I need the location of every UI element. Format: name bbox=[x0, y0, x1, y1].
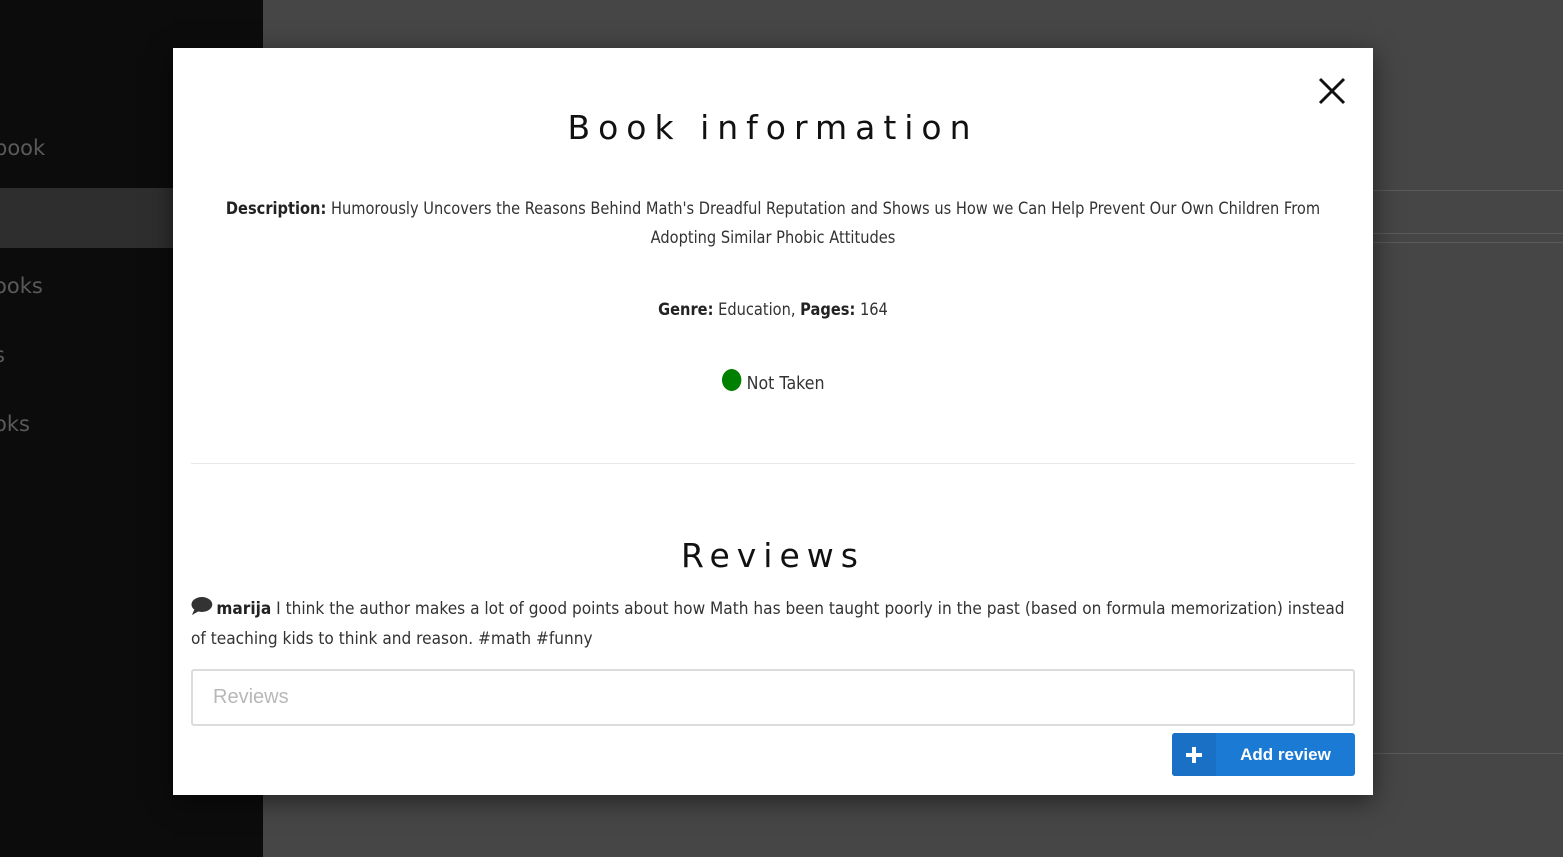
pages-label: Pages: bbox=[800, 300, 856, 320]
section-divider bbox=[191, 463, 1355, 464]
close-icon bbox=[1318, 77, 1346, 105]
review-text: I think the author makes a lot of good p… bbox=[191, 599, 1345, 649]
modal-title: Book information bbox=[567, 108, 979, 147]
genre-label: Genre: bbox=[658, 300, 714, 320]
meta-separator: , bbox=[790, 300, 796, 320]
add-review-label: Add review bbox=[1240, 744, 1331, 764]
divider bbox=[1373, 233, 1563, 234]
book-meta: Genre: Education, Pages: 164 bbox=[257, 300, 1289, 320]
pages-value: 164 bbox=[859, 300, 888, 320]
review-input[interactable] bbox=[191, 669, 1355, 726]
description-label: Description: bbox=[225, 199, 327, 219]
sidebar-item-label: ooks bbox=[0, 274, 43, 298]
availability-status: Not Taken bbox=[173, 369, 1373, 399]
review-author: marija bbox=[216, 599, 272, 619]
book-info-modal: Book information Description: Humorously… bbox=[173, 48, 1373, 795]
divider bbox=[1373, 190, 1563, 191]
status-dot-icon bbox=[721, 369, 742, 391]
book-description: Description: Humorously Uncovers the Rea… bbox=[218, 195, 1327, 253]
status-text: Not Taken bbox=[746, 372, 825, 394]
plus-icon bbox=[1172, 733, 1216, 776]
add-review-button[interactable]: Add review bbox=[1172, 733, 1355, 776]
sidebar-item-label: book bbox=[0, 136, 46, 160]
close-button[interactable] bbox=[1315, 74, 1349, 108]
sidebar-item-label: s bbox=[0, 325, 5, 385]
reviews-title: Reviews bbox=[681, 536, 865, 575]
divider bbox=[1373, 242, 1563, 243]
divider bbox=[1373, 753, 1563, 754]
genre-value: Education bbox=[718, 300, 791, 320]
description-text: Humorously Uncovers the Reasons Behind M… bbox=[330, 199, 1321, 248]
comment-icon bbox=[191, 597, 213, 615]
review-item: marija I think the author makes a lot of… bbox=[191, 594, 1358, 654]
sidebar-item-label: oks bbox=[0, 412, 30, 436]
